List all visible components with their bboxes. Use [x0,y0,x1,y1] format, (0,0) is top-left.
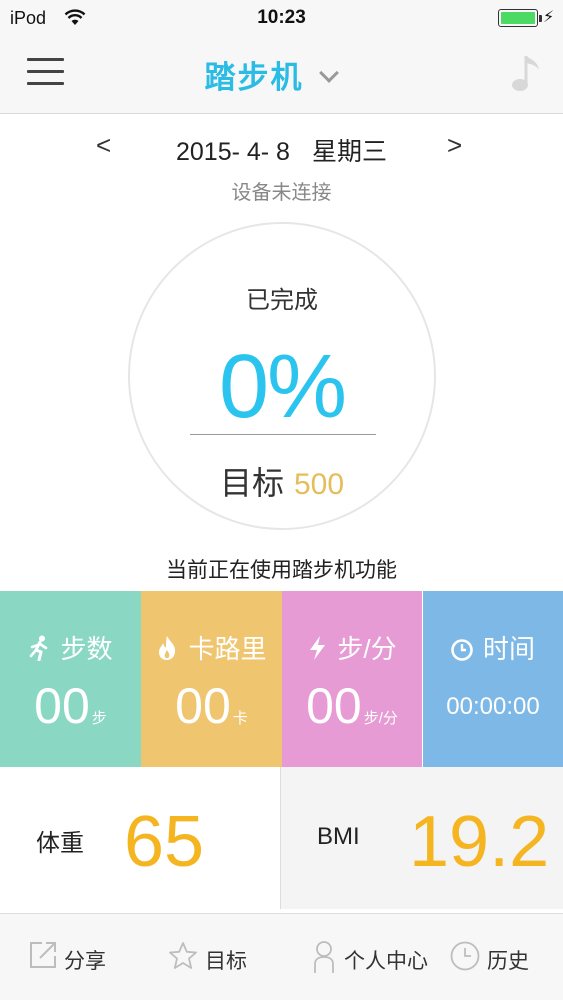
mode-text: 当前正在使用踏步机功能 [166,559,397,582]
weight-value: 65 [124,802,205,882]
history-label: 历史 [487,950,529,973]
menu-icon[interactable] [27,58,64,88]
metrics-row: 体重 65 BMI 19.2 [0,767,563,909]
calories-tile[interactable]: 卡路里 00 卡 [141,591,282,767]
tile-label: 时间 [482,634,535,664]
date-display: 2015- 4- 8 星期三 [0,132,563,168]
star-icon [169,942,197,969]
calories-unit: 卡 [232,710,248,727]
goal-tab-label: 目标 [205,950,247,973]
bottom-tab-bar: 分享 目标 个人中心 历史 [0,913,563,1000]
status-time: 10:23 [257,7,306,28]
bmi-card[interactable]: BMI 19.2 [281,767,563,909]
share-icon [30,942,56,968]
date-row: < 2015- 4- 8 星期三 > [0,130,563,170]
flame-icon [159,636,176,660]
time-tile[interactable]: 时间 00:00:00 [422,591,563,767]
bmi-value: 19.2 [409,802,550,882]
nav-title: 踏步机 [204,60,304,95]
weekday-value: 星期三 [311,138,387,166]
date-value: 2015- 4- 8 [176,138,290,166]
time-value: 00:00:00 [446,693,540,720]
lightning-icon [310,636,326,660]
runner-icon [30,635,48,662]
share-label: 分享 [64,950,106,973]
history-clock-icon [450,941,480,971]
tile-label: 步数 [60,634,113,664]
chevron-down-icon [318,63,339,83]
pace-value: 00 [306,678,362,734]
next-date-button[interactable]: > [447,130,462,161]
progress-circle: 已完成 0% 目标 500 [128,222,436,530]
tile-head: 步/分 [282,629,422,666]
circle-divider [190,434,376,435]
charging-icon: ⚡ [543,9,555,26]
tile-value: 00 步/分 [282,677,422,735]
tile-label: 步/分 [337,634,397,664]
completed-label: 已完成 [246,287,318,314]
tile-label: 卡路里 [188,634,267,664]
nav-bar: 踏步机 [0,38,563,114]
steps-value: 00 [34,678,90,734]
music-note-icon[interactable] [506,52,546,98]
goal-label: 目标 [219,465,284,501]
bmi-label: BMI [317,823,360,850]
tile-head: 卡路里 [141,629,282,666]
device-selector[interactable]: 踏步机 [170,52,370,97]
tile-head: 步数 [0,629,141,666]
completed-percent: 0% [218,337,347,437]
goal-value: 500 [293,468,345,501]
pace-unit: 步/分 [363,710,398,727]
tile-head: 时间 [423,629,563,666]
weight-label: 体重 [36,830,84,857]
weight-card[interactable]: 体重 65 [0,767,281,909]
goal-row: 目标 500 [130,458,434,504]
person-icon [314,941,334,973]
battery-tip [539,15,542,22]
steps-unit: 步 [91,710,107,727]
tile-value: 00 步 [0,677,141,735]
profile-label: 个人中心 [344,950,428,973]
device-status: 设备未连接 [231,182,332,204]
steps-tile[interactable]: 步数 00 步 [0,591,141,767]
status-bar: iPod 10:23 ⚡ [0,0,563,38]
battery-icon [498,9,538,27]
clock-icon [451,639,473,661]
tile-value: 00 卡 [141,677,282,735]
stat-tiles: 步数 00 步 卡路里 00 卡 步/分 00 步/分 时间 00:00:00 [0,591,563,767]
pace-tile[interactable]: 步/分 00 步/分 [282,591,422,767]
calories-value: 00 [175,678,231,734]
